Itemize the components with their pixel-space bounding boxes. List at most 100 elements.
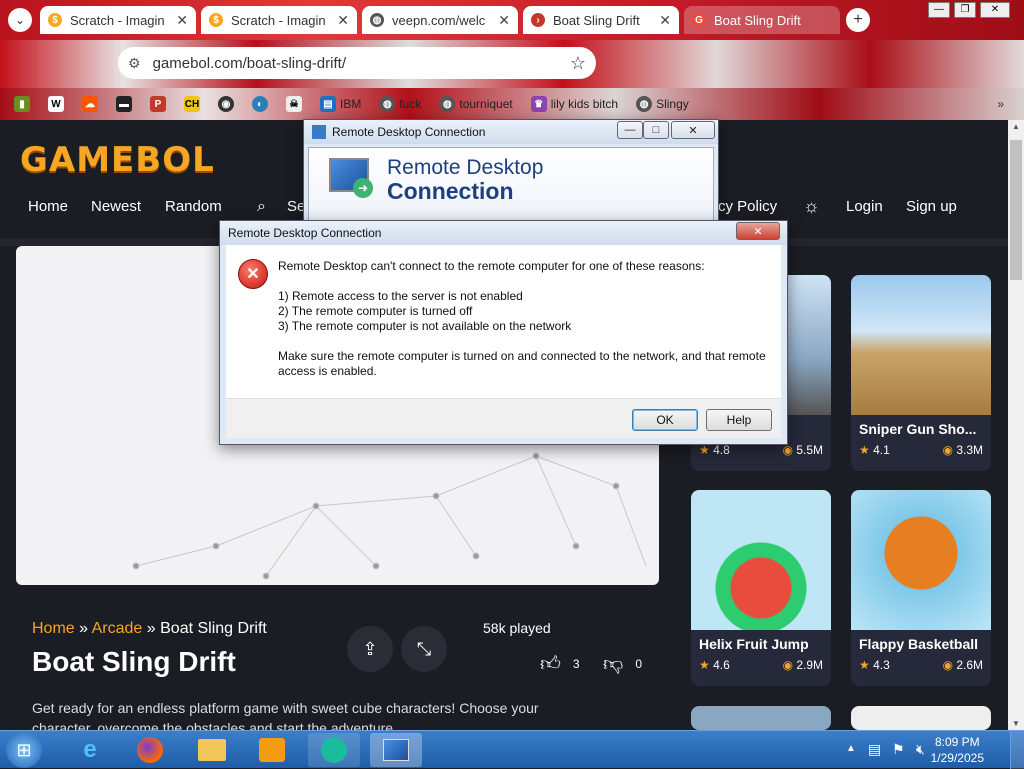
- system-clock[interactable]: 8:09 PM 1/29/2025: [931, 734, 984, 766]
- rdc-main-window[interactable]: Remote Desktop Connection — □ ✕ ➜ Remote…: [303, 119, 719, 229]
- rdc-close-button[interactable]: ✕: [671, 121, 715, 139]
- bookmark-6[interactable]: ◍ tourniquet: [435, 92, 516, 116]
- bookmark-star-icon[interactable]: ☆: [570, 53, 586, 74]
- bookmark-icon-4: ◐: [252, 96, 268, 112]
- bookmark-ch[interactable]: CH: [180, 92, 204, 116]
- search-icon[interactable]: ⌕: [257, 198, 266, 216]
- more-bookmarks-icon[interactable]: »: [997, 97, 1004, 111]
- tab-scratch-2[interactable]: $ Scratch - Imagin ✕: [201, 6, 357, 34]
- game-card-title: Sniper Gun Sho...: [859, 421, 977, 437]
- bookmark-icon-6: ◍: [439, 96, 456, 112]
- taskbar-remote-desktop[interactable]: [370, 733, 422, 767]
- game-card[interactable]: [851, 706, 991, 730]
- theme-toggle-icon[interactable]: ☼: [803, 196, 820, 217]
- ibm-icon: ▤: [320, 96, 336, 112]
- flag-icon[interactable]: ⚑: [892, 741, 905, 758]
- bookmark-slingy[interactable]: ◍ Slingy: [632, 92, 693, 116]
- taskbar-explorer[interactable]: [186, 733, 238, 767]
- rdc-error-dialog[interactable]: Remote Desktop Connection ✕ ✕ Remote Des…: [219, 220, 788, 445]
- help-button[interactable]: Help: [706, 409, 772, 431]
- tab-strip: ⌄ $ Scratch - Imagin ✕ $ Scratch - Imagi…: [0, 0, 1024, 40]
- close-icon[interactable]: ✕: [492, 12, 510, 29]
- nav-home[interactable]: Home: [28, 198, 68, 215]
- bookmark-1[interactable]: ▮: [10, 92, 34, 116]
- taskbar-ie[interactable]: e: [64, 733, 116, 767]
- close-window-button[interactable]: ✕: [980, 2, 1010, 18]
- nav-signup[interactable]: Sign up: [906, 198, 957, 215]
- scratch-icon: $: [48, 13, 62, 27]
- tab-veepn[interactable]: ◍ veepn.com/welc ✕: [362, 6, 518, 34]
- taskbar-firefox[interactable]: [124, 733, 176, 767]
- bookmark-skull[interactable]: ☠: [282, 92, 306, 116]
- scroll-down-arrow[interactable]: ▼: [1012, 719, 1020, 728]
- restore-window-button[interactable]: ❐: [954, 2, 976, 18]
- volume-muted-icon[interactable]: 🔇︎: [916, 741, 925, 758]
- rdc-error-close-button[interactable]: ✕: [736, 222, 780, 240]
- bookmark-label: Slingy: [656, 97, 689, 111]
- bookmark-icon-5: ◍: [379, 96, 396, 112]
- plays: ◉ 5.5M: [782, 443, 823, 457]
- skull-icon: ☠: [286, 96, 302, 112]
- firefox-icon: [137, 737, 163, 763]
- tray-arrow-icon[interactable]: ▲: [846, 743, 856, 754]
- page-scrollbar[interactable]: ▲ ▼: [1008, 120, 1024, 730]
- bookmark-label: lily kids bitch: [550, 97, 619, 111]
- taskbar-app[interactable]: [308, 733, 360, 767]
- new-tab-button[interactable]: +: [846, 8, 870, 32]
- nav-random[interactable]: Random: [165, 198, 222, 215]
- scroll-up-arrow[interactable]: ▲: [1012, 122, 1020, 131]
- bookmark-7[interactable]: ♛ lily kids bitch: [527, 92, 622, 116]
- bookmark-github[interactable]: ◉: [214, 92, 238, 116]
- show-desktop-button[interactable]: [1010, 731, 1024, 769]
- bookmark-ibm[interactable]: ▤ IBM: [316, 92, 365, 116]
- tab-search-button[interactable]: ⌄: [8, 8, 32, 32]
- site-logo[interactable]: GAMEBOL: [20, 140, 215, 180]
- bookmark-2[interactable]: ▬: [112, 92, 136, 116]
- ok-button[interactable]: OK: [632, 409, 698, 431]
- start-button[interactable]: ⊞: [6, 732, 42, 768]
- star-icon: ★: [859, 658, 870, 672]
- rdc-maximize-button[interactable]: □: [643, 121, 669, 139]
- tab-scratch-1[interactable]: $ Scratch - Imagin ✕: [40, 6, 196, 34]
- bookmark-3[interactable]: P: [146, 92, 170, 116]
- fullscreen-button[interactable]: ⤡: [401, 626, 447, 672]
- game-thumbnail: [851, 490, 991, 630]
- game-card[interactable]: Sniper Gun Sho... ★ 4.1 ◉ 3.3M: [851, 275, 991, 471]
- clock-time: 8:09 PM: [934, 735, 980, 749]
- rdc-error-titlebar[interactable]: Remote Desktop Connection: [220, 221, 787, 245]
- game-card[interactable]: [691, 706, 831, 730]
- tab-boat-sling-drift-active[interactable]: G Boat Sling Drift: [684, 6, 840, 34]
- rdc-banner: ➜ Remote Desktop Connection: [308, 147, 714, 225]
- github-icon: ◉: [218, 96, 234, 112]
- bookmark-soundcloud[interactable]: ☁: [78, 92, 102, 116]
- breadcrumb-arcade[interactable]: Arcade: [92, 620, 143, 637]
- bookmark-icon-7: ♛: [530, 96, 547, 112]
- nav-privacy-policy[interactable]: cy Policy: [718, 198, 777, 215]
- minimize-window-button[interactable]: —: [928, 2, 950, 18]
- game-thumbnail: [691, 490, 831, 630]
- like-count: 3: [572, 657, 580, 671]
- rdc-minimize-button[interactable]: —: [617, 121, 643, 139]
- site-info-icon[interactable]: ⚙: [128, 55, 141, 72]
- network-icon[interactable]: ▤: [868, 741, 881, 758]
- game-card[interactable]: Helix Fruit Jump ★ 4.6 ◉ 2.9M: [691, 490, 831, 686]
- like-button[interactable]: 👍︎ 3: [540, 652, 580, 676]
- close-icon[interactable]: ✕: [170, 12, 188, 29]
- soundcloud-icon: ☁: [82, 96, 98, 112]
- bookmark-4[interactable]: ◐: [248, 92, 272, 116]
- scrollbar-thumb[interactable]: [1010, 140, 1022, 280]
- dislike-button[interactable]: 👎︎ 0: [603, 652, 642, 676]
- close-icon[interactable]: ✕: [331, 12, 349, 29]
- close-icon[interactable]: ✕: [653, 12, 671, 29]
- bookmark-5[interactable]: ◍ fuck: [375, 92, 425, 116]
- taskbar: ⊞ e ▲ ▤ ⚑ 🔇︎ 8:09 PM 1/29/2025: [0, 730, 1024, 769]
- game-card[interactable]: Flappy Basketball ★ 4.3 ◉ 2.6M: [851, 490, 991, 686]
- taskbar-media-player[interactable]: [246, 733, 298, 767]
- nav-newest[interactable]: Newest: [91, 198, 141, 215]
- bookmark-w[interactable]: W: [44, 92, 68, 116]
- address-bar[interactable]: ⚙ gamebol.com/boat-sling-drift/ ☆: [118, 47, 596, 79]
- breadcrumb-home[interactable]: Home: [32, 620, 75, 637]
- share-button[interactable]: ⇪: [347, 626, 393, 672]
- tab-boat-sling-drift[interactable]: › Boat Sling Drift ✕: [523, 6, 679, 34]
- nav-login[interactable]: Login: [846, 198, 883, 215]
